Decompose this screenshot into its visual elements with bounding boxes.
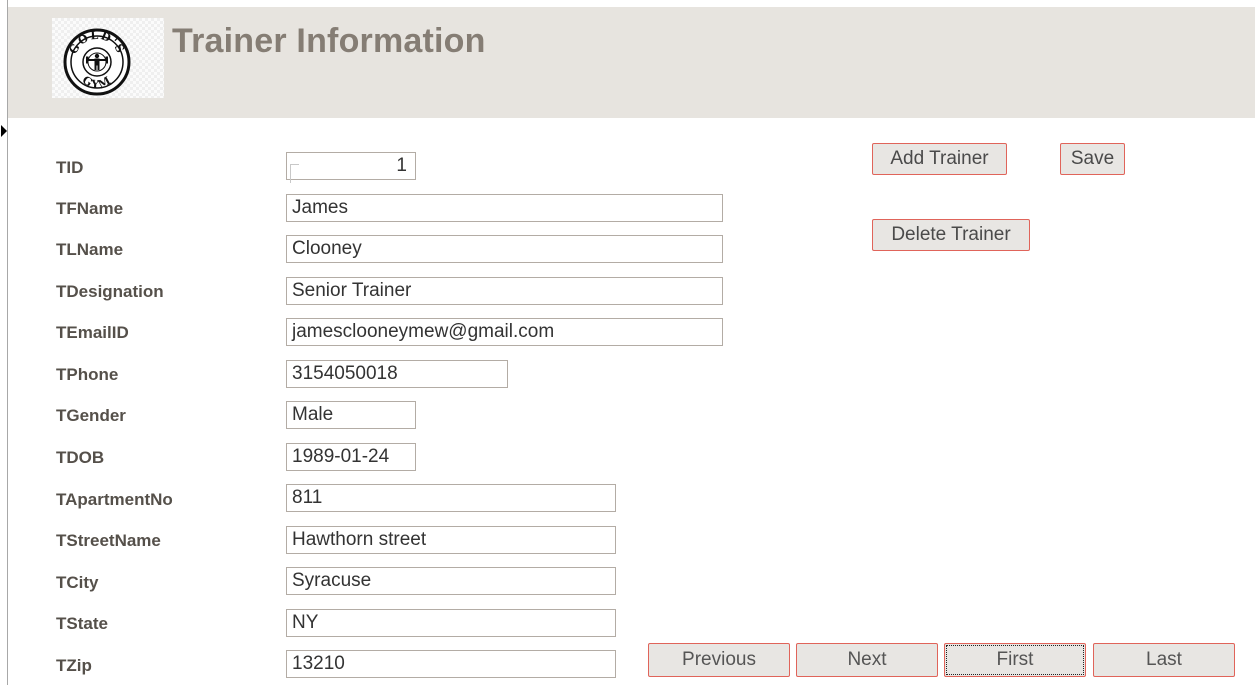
tstate-field[interactable]: NY	[286, 609, 616, 637]
current-record-arrow-icon	[1, 125, 7, 137]
label-tphone: TPhone	[56, 365, 119, 384]
previous-button[interactable]: Previous	[648, 643, 790, 677]
page-title: Trainer Information	[172, 22, 486, 60]
save-button[interactable]: Save	[1060, 143, 1125, 175]
temailid-field[interactable]: jamesclooneymew@gmail.com	[286, 318, 723, 346]
tid-field[interactable]: 1	[286, 152, 416, 180]
label-tdob: TDOB	[56, 448, 105, 467]
label-tstate: TState	[56, 614, 108, 633]
label-tdesignation: TDesignation	[56, 282, 164, 301]
label-tstreetname: TStreetName	[56, 531, 161, 550]
label-tapartmentno: TApartmentNo	[56, 490, 173, 509]
label-temailid: TEmailID	[56, 323, 129, 342]
tfname-field[interactable]: James	[286, 194, 723, 222]
tdob-field[interactable]: 1989-01-24	[286, 443, 416, 471]
tphone-field[interactable]: 3154050018	[286, 360, 508, 388]
golds-gym-logo: GOLD'S GYM	[52, 18, 164, 98]
label-tzip: TZip	[56, 656, 92, 675]
first-button[interactable]: First	[944, 643, 1086, 677]
delete-trainer-button[interactable]: Delete Trainer	[872, 219, 1030, 251]
next-button[interactable]: Next	[796, 643, 938, 677]
label-tfname: TFName	[56, 199, 124, 218]
tgender-field[interactable]: Male	[286, 401, 416, 429]
tzip-field[interactable]: 13210	[286, 650, 616, 678]
add-trainer-button[interactable]: Add Trainer	[872, 143, 1007, 175]
golds-gym-logo-icon: GOLD'S GYM	[63, 28, 131, 96]
label-tid: TID	[56, 158, 84, 177]
tlname-field[interactable]: Clooney	[286, 235, 723, 263]
tdesignation-field[interactable]: Senior Trainer	[286, 277, 723, 305]
record-selector[interactable]	[0, 0, 8, 685]
label-tgender: TGender	[56, 406, 126, 425]
last-button[interactable]: Last	[1093, 643, 1235, 677]
label-tcity: TCity	[56, 573, 99, 592]
tstreetname-field[interactable]: Hawthorn street	[286, 526, 616, 554]
tcity-field[interactable]: Syracuse	[286, 567, 616, 595]
tapartmentno-field[interactable]: 811	[286, 484, 616, 512]
text-cursor-icon	[290, 164, 299, 183]
label-tlname: TLName	[56, 240, 124, 259]
